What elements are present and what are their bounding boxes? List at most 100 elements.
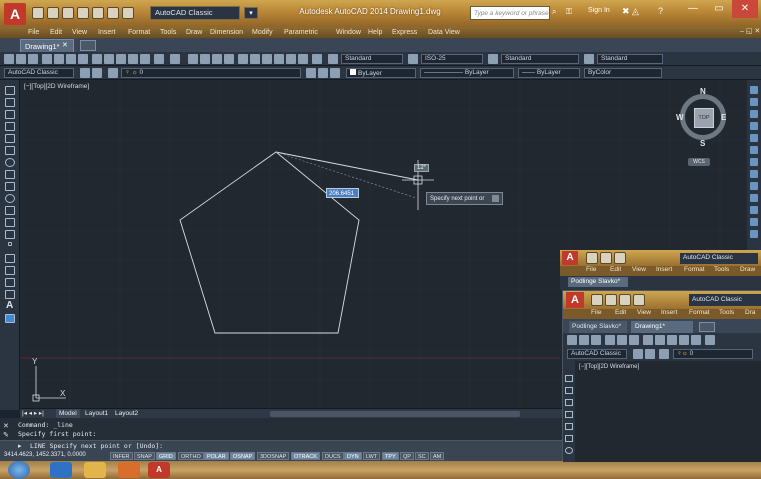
compass-south[interactable]: S	[700, 139, 705, 148]
command-prompt[interactable]: LINE Specify next point or [Undo]:	[30, 442, 163, 450]
layer-states-icon[interactable]	[330, 68, 340, 78]
subscription-icon[interactable]: ⚿	[566, 7, 584, 19]
overlay2-save-icon[interactable]	[591, 335, 601, 345]
new-icon[interactable]	[32, 7, 44, 19]
ellipse-icon[interactable]	[5, 194, 15, 203]
overlay2-tab-drawing1[interactable]: Drawing1*	[631, 321, 693, 333]
overlay1-menu-view[interactable]: View	[632, 266, 646, 273]
open-icon[interactable]	[47, 7, 59, 19]
overlay2-menu-file[interactable]: File	[591, 309, 601, 316]
array-icon[interactable]	[750, 134, 758, 142]
compass-east[interactable]: E	[721, 113, 726, 122]
overlay1-workspace-dropdown[interactable]: AutoCAD Classic	[680, 253, 758, 264]
multiline-text-icon[interactable]: A	[6, 300, 13, 311]
zoom-previous-icon[interactable]	[224, 54, 234, 64]
sheet-set-icon[interactable]	[274, 54, 284, 64]
undo-icon[interactable]	[154, 54, 164, 64]
polyline-icon[interactable]	[5, 110, 15, 119]
block-editor-icon[interactable]	[140, 54, 150, 64]
new-tab-button[interactable]	[80, 40, 96, 51]
copy-object-icon[interactable]	[750, 98, 758, 106]
overlay1-menu-tools[interactable]: Tools	[714, 266, 729, 273]
status-toggle-dyn[interactable]: DYN	[344, 452, 362, 460]
layer-previous-icon[interactable]	[318, 68, 328, 78]
overlay1-menu-draw[interactable]: Draw	[740, 266, 755, 273]
rotate-icon[interactable]	[750, 158, 758, 166]
open-icon[interactable]	[16, 54, 26, 64]
status-toggle-infer[interactable]: INFER	[110, 452, 133, 460]
overlay2-save-icon[interactable]	[619, 294, 631, 306]
menu-modify[interactable]: Modify	[252, 27, 273, 38]
make-block-icon[interactable]	[5, 230, 15, 239]
overlay2-publish-icon[interactable]	[629, 335, 639, 345]
circle-icon[interactable]	[5, 158, 15, 167]
zoom-window-icon[interactable]	[212, 54, 222, 64]
wcs-menu[interactable]: WCS	[688, 158, 710, 166]
text-style-dropdown[interactable]: Standard	[341, 54, 403, 64]
status-toggle-grid[interactable]: GRID	[156, 452, 176, 460]
status-toggle-ducs[interactable]: DUCS	[322, 452, 344, 460]
command-settings-icon[interactable]: ✎	[3, 431, 9, 439]
overlay1-menu-file[interactable]: File	[586, 266, 596, 273]
trim-icon[interactable]	[750, 194, 758, 202]
menu-edit[interactable]: Edit	[50, 27, 62, 38]
overlay2-new-tab-button[interactable]	[699, 322, 715, 332]
point-icon[interactable]	[8, 242, 12, 246]
menu-express[interactable]: Express	[392, 27, 417, 38]
design-center-icon[interactable]	[250, 54, 260, 64]
line-icon[interactable]	[5, 86, 15, 95]
exchange-icon[interactable]: ✖ ◬	[622, 6, 650, 18]
rectangle-icon[interactable]	[5, 134, 15, 143]
overlay2-xline-icon[interactable]	[565, 387, 573, 394]
overlay1-logo[interactable]: A	[562, 251, 578, 265]
scale-icon[interactable]	[750, 170, 758, 178]
copy-icon[interactable]	[104, 54, 114, 64]
save-icon[interactable]	[28, 54, 38, 64]
status-toggle-qp[interactable]: QP	[400, 452, 414, 460]
markup-icon[interactable]	[286, 54, 296, 64]
polygon-icon[interactable]	[5, 122, 15, 131]
overlay2-plot-icon[interactable]	[605, 335, 615, 345]
status-toggle-otrack[interactable]: OTRACK	[291, 452, 320, 460]
status-toggle-am[interactable]: AM	[430, 452, 445, 460]
properties-icon[interactable]	[238, 54, 248, 64]
offset-icon[interactable]	[750, 122, 758, 130]
menu-window[interactable]: Window	[336, 27, 361, 38]
multileader-style-dropdown[interactable]: Standard	[597, 54, 663, 64]
workspace-settings-icon[interactable]	[80, 68, 90, 78]
command-close-icon[interactable]: ✕	[3, 422, 9, 430]
hatch-icon[interactable]	[5, 254, 15, 263]
plot-icon[interactable]	[92, 7, 104, 19]
text-style-icon[interactable]	[328, 54, 338, 64]
overlay2-layer-props-icon[interactable]	[659, 349, 669, 359]
make-current-layer-icon[interactable]	[306, 68, 316, 78]
compass-north[interactable]: N	[700, 87, 706, 96]
viewcube-top-face[interactable]: TOP	[694, 108, 714, 128]
status-toggle-osnap[interactable]: OSNAP	[230, 452, 256, 460]
plot-icon[interactable]	[42, 54, 52, 64]
overlay2-viewport-label[interactable]: [−][Top][2D Wireframe]	[579, 364, 639, 370]
overlay2-open-icon[interactable]	[579, 335, 589, 345]
save-as-icon[interactable]	[77, 7, 89, 19]
overlay1-menu-edit[interactable]: Edit	[610, 266, 621, 273]
menu-draw[interactable]: Draw	[186, 27, 202, 38]
ellipse-arc-icon[interactable]	[5, 206, 15, 215]
minimize-button[interactable]: —	[680, 0, 706, 18]
overlay2-preview-icon[interactable]	[617, 335, 627, 345]
overlay2-polygon-icon[interactable]	[565, 411, 573, 418]
overlay2-ws-save-icon[interactable]	[645, 349, 655, 359]
layer-properties-icon[interactable]	[108, 68, 118, 78]
overlay2-match-icon[interactable]	[679, 335, 689, 345]
overlay2-menu-format[interactable]: Format	[689, 309, 710, 316]
redo-icon[interactable]	[170, 54, 180, 64]
doc-window-controls[interactable]: – ◱ ✕	[740, 27, 760, 35]
status-toggle-lwt[interactable]: LWT	[363, 452, 381, 460]
linetype-dropdown[interactable]: —————— ByLayer	[420, 68, 514, 78]
quickcalc-icon[interactable]	[298, 54, 308, 64]
overlay2-line-icon[interactable]	[565, 375, 573, 382]
viewport-controls-label[interactable]: [−][Top][2D Wireframe]	[24, 83, 89, 90]
overlay2-layer-dropdown[interactable]: ♀☼ 0	[673, 349, 753, 359]
extend-icon[interactable]	[750, 206, 758, 214]
overlay2-copy-icon[interactable]	[655, 335, 665, 345]
workspace-save-icon[interactable]	[92, 68, 102, 78]
